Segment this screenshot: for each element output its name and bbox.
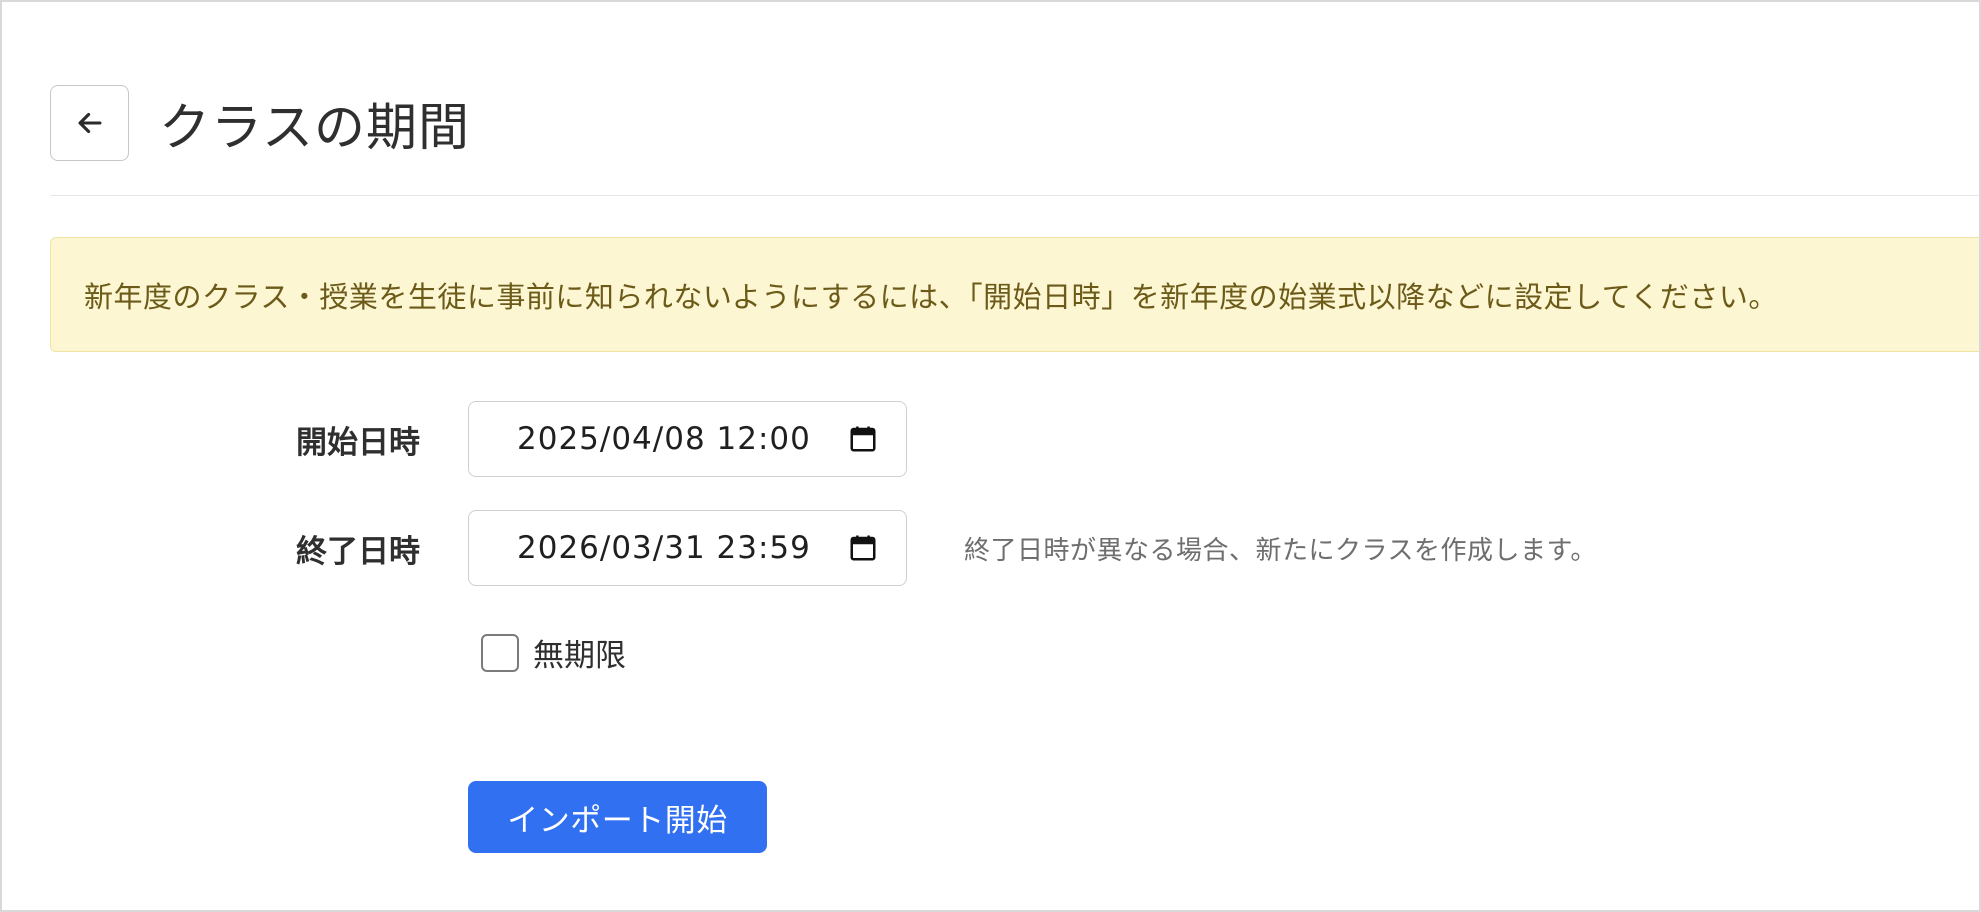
page-title: クラスの期間	[159, 99, 470, 158]
no-limit-label: 無期限	[533, 638, 626, 674]
start-import-button[interactable]: インポート開始	[468, 781, 767, 853]
end-datetime-help: 終了日時が異なる場合、新たにクラスを作成します。	[964, 535, 1597, 566]
start-datetime-row: 開始日時 2025/04/08 12:00	[2, 401, 907, 477]
no-limit-checkbox[interactable]	[481, 633, 519, 672]
calendar-icon[interactable]	[848, 533, 878, 563]
end-datetime-label: 終了日時	[296, 533, 420, 570]
arrow-left-icon	[78, 112, 101, 134]
page-header: クラスの期間	[50, 84, 470, 162]
calendar-icon[interactable]	[848, 424, 878, 454]
no-limit-option[interactable]: 無期限	[481, 630, 626, 675]
header-divider	[50, 195, 1979, 196]
page-frame: クラスの期間 新年度のクラス・授業を生徒に事前に知られないようにするには、「開始…	[0, 0, 1981, 912]
notice-banner: 新年度のクラス・授業を生徒に事前に知られないようにするには、「開始日時」を新年度…	[50, 237, 1979, 352]
start-datetime-value: 2025/04/08 12:00	[517, 421, 811, 457]
end-datetime-row: 終了日時 2026/03/31 23:59 終了日時が異なる場合、新たにクラスを…	[2, 510, 1597, 586]
start-datetime-label: 開始日時	[296, 424, 420, 461]
notice-text: 新年度のクラス・授業を生徒に事前に知られないようにするには、「開始日時」を新年度…	[84, 279, 1778, 314]
end-datetime-input[interactable]: 2026/03/31 23:59	[468, 510, 907, 586]
start-datetime-input[interactable]: 2025/04/08 12:00	[468, 401, 907, 477]
back-button[interactable]	[50, 85, 129, 161]
end-datetime-value: 2026/03/31 23:59	[517, 530, 811, 566]
